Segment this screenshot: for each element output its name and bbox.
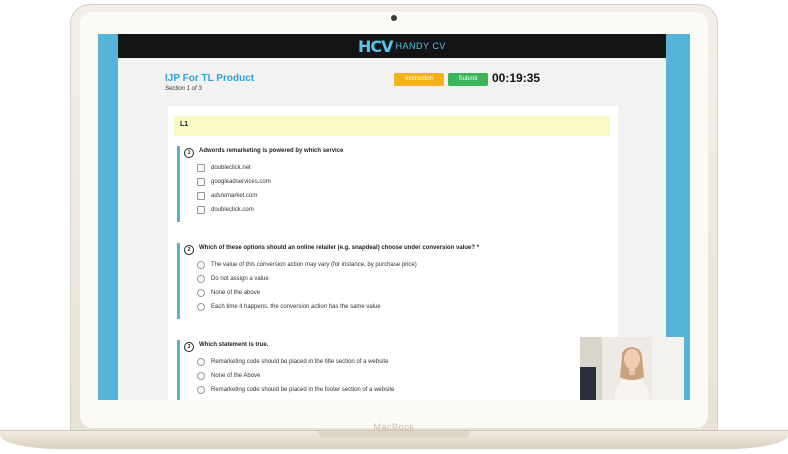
question-text: Which of these options should an online … xyxy=(199,245,480,251)
section-progress: Section 1 of 3 xyxy=(165,86,202,92)
option-label: Remarketing code should be placed in the… xyxy=(211,387,395,393)
option-1[interactable]: Remarketing code should be placed in the… xyxy=(197,357,388,367)
option-2[interactable]: googleadservices.com xyxy=(197,177,271,187)
option-4[interactable]: Each time it happens, the conversion act… xyxy=(197,302,381,312)
checkbox[interactable] xyxy=(197,178,205,186)
option-label: Do not assign a value xyxy=(211,276,269,282)
section-header: L1 xyxy=(174,116,610,136)
question-number: 3 xyxy=(184,342,194,352)
option-1[interactable]: doubleclick.net xyxy=(197,163,251,173)
radio-button[interactable] xyxy=(197,289,205,297)
top-bar: HCV HANDY CV xyxy=(118,34,666,58)
radio-button[interactable] xyxy=(197,275,205,283)
screen: HCV HANDY CV IJP For TL Product Section … xyxy=(98,34,690,400)
question-text: Which statement is true. xyxy=(199,342,269,348)
radio-button[interactable] xyxy=(197,261,205,269)
webcam-person-image xyxy=(580,337,684,400)
question-3: 3 Which statement is true. Remarketing c… xyxy=(177,340,610,400)
option-label: doubleclick.net xyxy=(211,165,251,171)
option-2[interactable]: Do not assign a value xyxy=(197,274,269,284)
radio-button[interactable] xyxy=(197,386,205,394)
question-2: 2 Which of these options should an onlin… xyxy=(177,243,610,319)
option-label: None of the Above xyxy=(211,373,261,379)
checkbox[interactable] xyxy=(197,164,205,172)
countdown-timer: 00:19:35 xyxy=(492,71,541,85)
question-card: L1 1 Adwords remarketing is powered by w… xyxy=(168,106,618,400)
logo-text: HANDY CV xyxy=(395,41,446,51)
option-label: The value of this conversion action may … xyxy=(211,262,417,268)
option-label: Each time it happens, the conversion act… xyxy=(211,304,381,310)
option-1[interactable]: The value of this conversion action may … xyxy=(197,260,417,270)
question-1: 1 Adwords remarketing is powered by whic… xyxy=(177,146,610,222)
laptop-notch xyxy=(318,431,470,438)
option-label: googleadservices.com xyxy=(211,179,271,185)
instruction-button[interactable]: Instruction xyxy=(394,73,444,86)
submit-button[interactable]: Submit xyxy=(448,73,488,86)
option-label: adsremarket.com xyxy=(211,193,258,199)
option-2[interactable]: None of the Above xyxy=(197,371,260,381)
camera-icon xyxy=(391,15,397,21)
radio-button[interactable] xyxy=(197,358,205,366)
option-label: doubleclick.com xyxy=(211,207,254,213)
question-text: Adwords remarketing is powered by which … xyxy=(199,148,344,154)
option-label: None of the above xyxy=(211,290,261,296)
option-label: Remarketing code should be placed in the… xyxy=(211,359,389,365)
question-number: 1 xyxy=(184,148,194,158)
logo-mark: HCV xyxy=(358,36,394,56)
question-number: 2 xyxy=(184,245,194,255)
radio-button[interactable] xyxy=(197,303,205,311)
option-3[interactable]: adsremarket.com xyxy=(197,191,257,201)
device-brand-label: MacBook xyxy=(373,422,415,432)
webcam-preview xyxy=(580,337,684,400)
option-3[interactable]: None of the above xyxy=(197,288,260,298)
checkbox[interactable] xyxy=(197,206,205,214)
checkbox[interactable] xyxy=(197,192,205,200)
option-3[interactable]: Remarketing code should be placed in the… xyxy=(197,385,394,395)
option-4[interactable]: doubleclick.com xyxy=(197,205,254,215)
radio-button[interactable] xyxy=(197,372,205,380)
page-title: IJP For TL Product xyxy=(165,73,255,84)
logo: HCV HANDY CV xyxy=(358,36,446,56)
section-label: L1 xyxy=(180,121,189,128)
